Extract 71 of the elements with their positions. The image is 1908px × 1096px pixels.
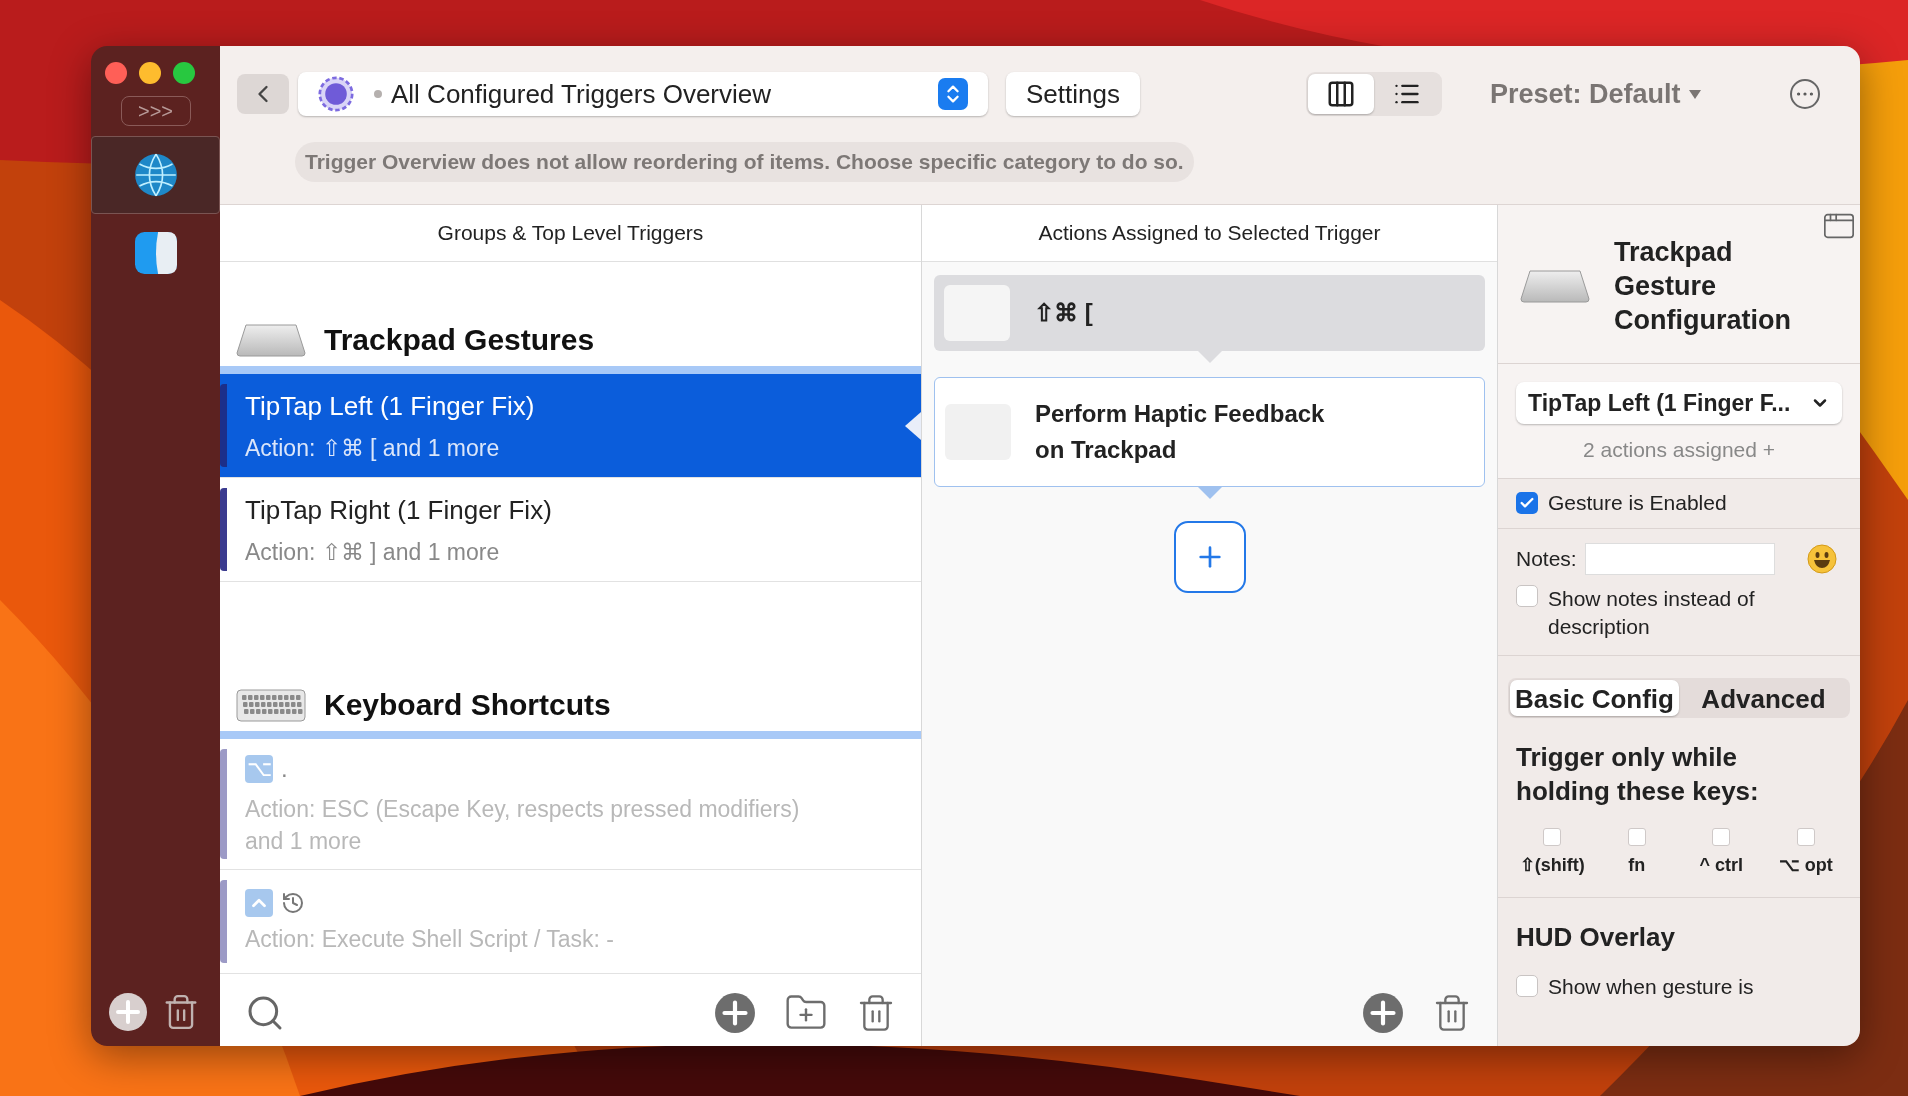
add-app-button[interactable] <box>108 992 148 1032</box>
group-title: Trackpad Gestures <box>324 322 595 358</box>
bullet-icon <box>374 90 382 98</box>
hud-heading: HUD Overlay <box>1516 920 1676 954</box>
more-icon[interactable] <box>1790 79 1820 109</box>
column-header: Groups & Top Level Triggers <box>220 205 921 262</box>
app-icon <box>134 232 177 274</box>
trigger-action: Action: Execute Shell Script / Task: - <box>245 924 614 954</box>
notes-field[interactable] <box>1584 542 1775 575</box>
notice-text: Trigger Overview does not allow reordering of items. Choose specific category to do so. <box>295 142 1194 182</box>
keyboard-icon <box>236 687 306 722</box>
modifier-checkbox[interactable] <box>1627 827 1646 846</box>
trigger-action: Action: ⇧⌘ [ and 1 more <box>245 434 501 463</box>
trigger-title: TipTap Right (1 Finger Fix) <box>245 494 552 527</box>
trigger-action: Action: ESC (Escape Key, respects pressed modifiers) and 1 more <box>245 795 801 856</box>
modifier-label: ^ ctrl <box>1699 853 1743 877</box>
connector-arrow-icon <box>1197 487 1222 499</box>
stepper-icon <box>938 78 968 110</box>
checkbox-label: Show when gesture is <box>1548 973 1754 1000</box>
add-action-button[interactable] <box>1173 521 1246 593</box>
dropdown-arrow-icon <box>1688 89 1701 99</box>
back-button[interactable] <box>237 74 289 114</box>
modifier-checkbox[interactable] <box>1796 827 1815 846</box>
view-mode-tab[interactable] <box>1307 74 1374 114</box>
checkbox-label: Show notes instead of description <box>1548 585 1756 640</box>
control-key-icon <box>245 888 273 917</box>
add-trigger-button[interactable] <box>714 992 756 1034</box>
zoom-button[interactable] <box>173 62 195 84</box>
history-icon <box>281 890 305 915</box>
config-tab[interactable]: Basic Config <box>1510 679 1679 716</box>
gesture-enabled-checkbox[interactable] <box>1516 492 1538 514</box>
trigger-row[interactable]: TipTap Left (1 Finger Fix) Action: ⇧⌘ [ and 1 more <box>220 374 921 478</box>
trackpad-icon <box>236 322 306 357</box>
modifier-checkbox[interactable] <box>1543 827 1562 846</box>
trigger-title: . <box>281 754 288 784</box>
expand-button[interactable]: >>> <box>120 96 191 126</box>
group-title: Keyboard Shortcuts <box>324 687 611 723</box>
checkbox-label: Gesture is Enabled <box>1548 490 1727 517</box>
trigger-title: TipTap Left (1 Finger Fix) <box>245 390 535 423</box>
action-title: Perform Haptic Feedback on Trackpad <box>1035 399 1326 465</box>
modifier-label: ⇧(shift) <box>1519 853 1585 877</box>
close-button[interactable] <box>105 62 127 84</box>
settings-button[interactable]: Settings <box>1006 72 1140 116</box>
action-title: ⇧⌘ [ <box>1034 298 1093 328</box>
action-icon-placeholder <box>944 285 1010 341</box>
preset-menu[interactable]: Preset: Default <box>1489 73 1701 115</box>
action-card[interactable]: Perform Haptic Feedback on Trackpad <box>934 377 1485 487</box>
modifier-heading: Trigger only while holding these keys: <box>1516 740 1760 808</box>
app-item[interactable] <box>91 136 220 214</box>
hud-checkbox[interactable] <box>1516 975 1538 998</box>
trigger-dropdown[interactable]: TipTap Left (1 Finger F... <box>1516 382 1842 424</box>
key-badge: ⌥ <box>245 755 273 783</box>
panel-title: Trackpad Gesture Configuration <box>1614 236 1792 337</box>
trigger-selector-label: All Configured Triggers Overview <box>391 77 772 111</box>
add-action-button[interactable] <box>1362 992 1404 1034</box>
show-notes-checkbox[interactable] <box>1516 584 1538 607</box>
action-card[interactable]: ⇧⌘ [ <box>934 275 1485 351</box>
column-header: Actions Assigned to Selected Trigger <box>922 205 1497 262</box>
notes-label: Notes: <box>1516 545 1577 572</box>
modifier-checkbox[interactable] <box>1712 827 1731 846</box>
trigger-action: Action: ⇧⌘ ] and 1 more <box>245 538 501 567</box>
emoji-icon[interactable] <box>1806 543 1837 574</box>
config-tab[interactable]: Advanced <box>1679 679 1848 716</box>
modifier-label: ⌥ opt <box>1778 853 1833 877</box>
modifier-label: fn <box>1628 853 1646 877</box>
globe-icon <box>133 153 178 197</box>
target-icon <box>318 76 354 112</box>
connector-arrow-icon <box>1197 351 1222 363</box>
trigger-selector[interactable]: All Configured Triggers Overview <box>298 72 988 116</box>
minimize-button[interactable] <box>139 62 161 84</box>
trackpad-icon <box>1520 269 1590 303</box>
